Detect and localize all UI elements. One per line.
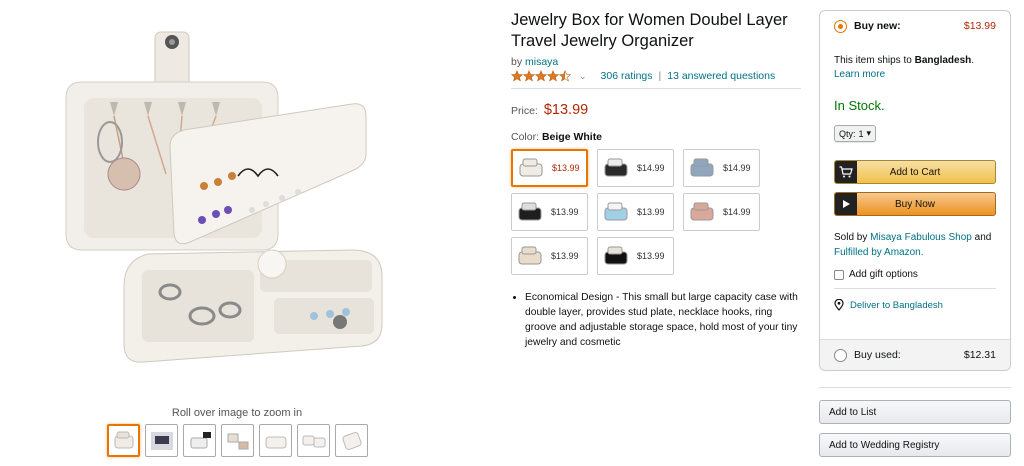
swatch-price: $13.99	[552, 163, 580, 173]
swatch-image	[518, 202, 542, 221]
price-value: $13.99	[543, 102, 589, 118]
swatch-option[interactable]: $13.99	[511, 149, 588, 187]
swatch-price: $13.99	[551, 207, 579, 217]
qty-value: 1	[858, 128, 864, 139]
product-info: Jewelry Box for Women Doubel Layer Trave…	[511, 10, 801, 350]
swatch-price: $14.99	[723, 163, 751, 173]
color-row: Color: Beige White	[511, 131, 801, 143]
thumbnail-3[interactable]	[183, 424, 216, 457]
byline: by misaya	[511, 56, 801, 68]
answered-questions-link[interactable]: 13 answered questions	[667, 70, 775, 82]
add-to-registry-button[interactable]: Add to Wedding Registry	[819, 433, 1011, 457]
thumbnail-7[interactable]	[335, 424, 368, 457]
buy-new-radio[interactable]	[834, 19, 847, 33]
ships-suffix: .	[971, 55, 975, 66]
buy-new-label: Buy new:	[854, 20, 901, 32]
thumbnail-2[interactable]	[145, 424, 178, 457]
buy-used-radio[interactable]	[834, 348, 847, 362]
feature-bullet: Economical Design - This small but large…	[525, 290, 801, 350]
swatch-option[interactable]: $14.99	[597, 149, 674, 187]
divider	[819, 387, 1011, 388]
color-label: Color:	[511, 131, 540, 143]
separator: |	[658, 70, 662, 82]
qty-label: Qty:	[839, 128, 856, 139]
add-to-list-button[interactable]: Add to List	[819, 400, 1011, 424]
thumbnail-5[interactable]	[259, 424, 292, 457]
feature-bullets: Economical Design - This small but large…	[511, 290, 801, 350]
ships-country: Bangladesh	[914, 55, 972, 66]
gift-checkbox[interactable]	[834, 269, 844, 280]
shipping-info: This item ships to Bangladesh. Learn mor…	[834, 54, 996, 82]
add-to-cart-label: Add to Cart	[889, 166, 941, 178]
ships-prefix: This item ships to	[834, 55, 912, 66]
seller-link[interactable]: Misaya Fabulous Shop	[870, 232, 972, 243]
product-title: Jewelry Box for Women Doubel Layer Trave…	[511, 11, 788, 50]
buy-new-option[interactable]: Buy new: $13.99	[834, 12, 996, 40]
color-value: Beige White	[541, 131, 603, 143]
add-to-cart-button[interactable]: Add to Cart	[834, 160, 996, 184]
divider	[834, 288, 996, 289]
sold-by: Sold by Misaya Fabulous Shop and Fulfill…	[834, 230, 996, 260]
buy-used-label: Buy used:	[854, 349, 901, 361]
swatch-image	[518, 246, 542, 265]
swatch-option[interactable]: $13.99	[511, 237, 588, 275]
stock-status: In Stock.	[834, 98, 885, 113]
star-rating[interactable]	[511, 70, 573, 82]
swatch-option[interactable]: $14.99	[683, 193, 760, 231]
swatch-option[interactable]: $13.99	[597, 237, 674, 275]
price-row: Price: $13.99	[511, 102, 801, 118]
buy-now-label: Buy Now	[894, 198, 935, 210]
thumbnail-strip	[107, 424, 368, 457]
buy-new-price: $13.99	[963, 20, 996, 32]
gift-options[interactable]: Add gift options	[834, 269, 996, 280]
gift-label: Add gift options	[849, 269, 918, 280]
price-label: Price:	[511, 105, 538, 117]
ratings-count-link[interactable]: 306 ratings	[601, 70, 653, 82]
swatch-image	[604, 202, 628, 221]
sold-by-prefix: Sold by	[834, 232, 868, 243]
rating-row: ⌄ 306 ratings | 13 answered questions	[511, 70, 801, 89]
learn-more-link[interactable]: Learn more	[834, 68, 996, 82]
stars-icon	[511, 70, 572, 82]
cart-icon	[835, 161, 857, 183]
quantity-select[interactable]: Qty: 1 ▾	[834, 125, 877, 142]
main-product-image[interactable]	[52, 24, 422, 394]
swatch-option[interactable]: $14.99	[683, 149, 760, 187]
chevron-down-icon[interactable]: ⌄	[579, 71, 587, 82]
deliver-label: Deliver to Bangladesh	[850, 299, 943, 311]
buy-box: Buy new: $13.99 This item ships to Bangl…	[819, 10, 1011, 371]
buy-used-price: $12.31	[963, 349, 996, 361]
fulfilled-link[interactable]: Fulfilled by Amazon.	[834, 247, 924, 258]
brand-link[interactable]: misaya	[525, 56, 558, 68]
thumbnail-4[interactable]	[221, 424, 254, 457]
deliver-to[interactable]: Deliver to Bangladesh	[834, 299, 996, 311]
chevron-down-icon: ▾	[866, 128, 872, 138]
buy-now-button[interactable]: Buy Now	[834, 192, 996, 216]
location-pin-icon	[834, 299, 844, 311]
sold-by-and: and	[974, 232, 992, 243]
thumbnail-6[interactable]	[297, 424, 330, 457]
thumbnail-1[interactable]	[107, 424, 140, 457]
swatch-option[interactable]: $13.99	[511, 193, 588, 231]
swatch-image	[690, 158, 714, 177]
swatch-image	[604, 246, 628, 265]
color-swatches: $13.99 $14.99 $14.99 $13.99 $13.99 $14.9…	[511, 149, 801, 275]
swatch-image	[690, 202, 714, 221]
swatch-image	[604, 158, 628, 177]
buy-used-option[interactable]: Buy used: $12.31	[820, 339, 1010, 370]
swatch-price: $13.99	[551, 251, 579, 261]
zoom-hint: Roll over image to zoom in	[171, 407, 303, 419]
swatch-price: $14.99	[637, 163, 665, 173]
swatch-price: $13.99	[637, 251, 665, 261]
play-icon	[835, 193, 857, 215]
swatch-price: $13.99	[637, 207, 665, 217]
swatch-image	[519, 158, 543, 177]
swatch-option[interactable]: $13.99	[597, 193, 674, 231]
byline-prefix: by	[511, 56, 523, 68]
swatch-price: $14.99	[723, 207, 751, 217]
